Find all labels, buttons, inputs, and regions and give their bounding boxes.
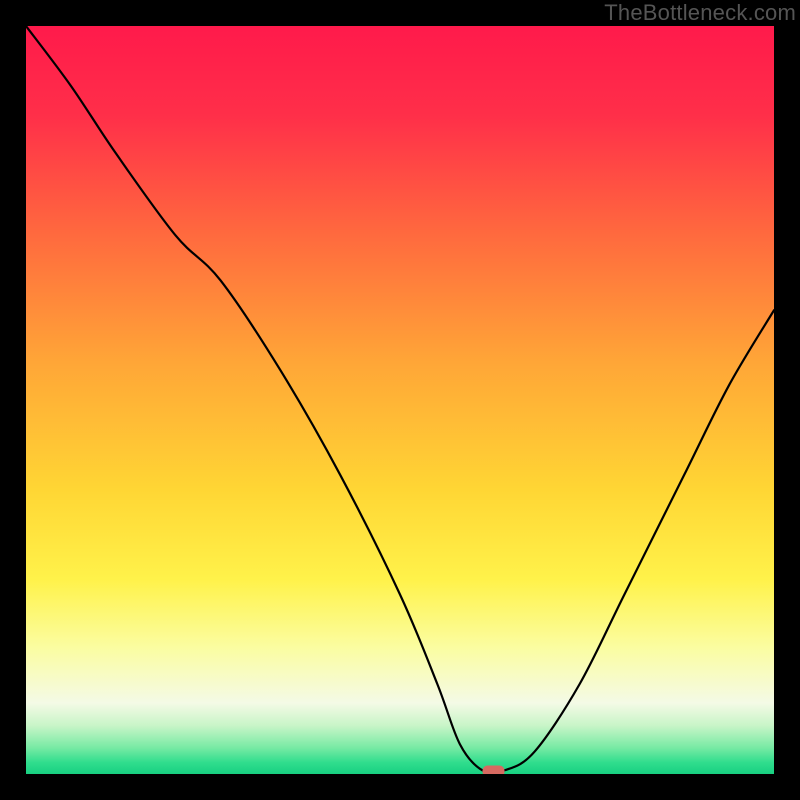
bottleneck-curve — [26, 26, 774, 773]
curve-layer — [26, 26, 774, 774]
watermark-text: TheBottleneck.com — [604, 0, 796, 26]
optimal-point-marker — [483, 766, 505, 774]
plot-area — [26, 26, 774, 774]
chart-container: TheBottleneck.com — [0, 0, 800, 800]
